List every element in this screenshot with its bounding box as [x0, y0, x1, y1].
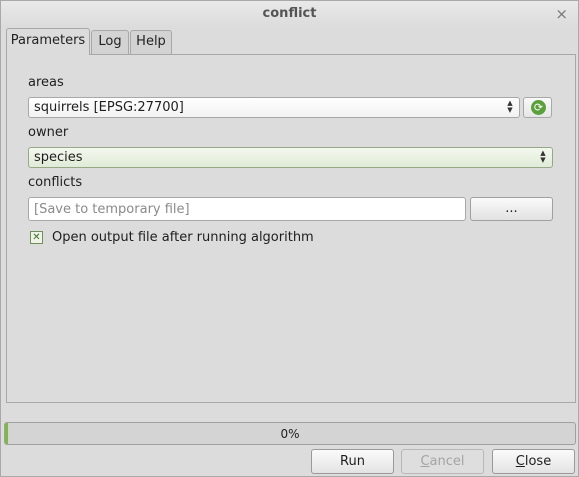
refresh-icon: ⟳ [531, 100, 546, 115]
progress-bar: 0% [4, 422, 576, 445]
tab-help[interactable]: Help [130, 30, 172, 54]
areas-value: squirrels [EPSG:27700] [34, 100, 184, 115]
dialog-window: conflict × Parameters Log Help areas squ… [0, 0, 579, 477]
conflicts-output-field[interactable]: [Save to temporary file] [28, 197, 466, 221]
refresh-button[interactable]: ⟳ [523, 97, 552, 118]
progress-text: 0% [280, 427, 300, 441]
tab-parameters[interactable]: Parameters [6, 28, 90, 55]
areas-label: areas [28, 75, 64, 90]
close-button[interactable]: Close [492, 449, 575, 474]
open-output-label: Open output file after running algorithm [52, 230, 314, 245]
browse-button[interactable]: ... [470, 197, 553, 221]
parameters-panel: areas squirrels [EPSG:27700] ▲ ▼ ⟳ owner … [6, 54, 576, 403]
owner-value: species [34, 150, 83, 165]
areas-combobox[interactable]: squirrels [EPSG:27700] ▲ ▼ [28, 97, 520, 118]
tab-log[interactable]: Log [91, 30, 129, 54]
close-icon[interactable]: × [555, 5, 568, 23]
conflicts-label: conflicts [28, 175, 83, 190]
title-bar: conflict × [1, 1, 578, 27]
spinner-arrows-icon: ▲ ▼ [507, 99, 513, 114]
owner-label: owner [28, 125, 69, 140]
conflicts-placeholder: [Save to temporary file] [34, 202, 190, 217]
owner-combobox[interactable]: species ▲ ▼ [28, 147, 553, 168]
spinner-arrows-icon: ▲ ▼ [540, 149, 546, 164]
run-button[interactable]: Run [311, 449, 394, 474]
cancel-button[interactable]: Cancel [401, 449, 484, 474]
window-title: conflict [262, 6, 317, 21]
checkbox-checked-icon[interactable]: ✕ [30, 231, 43, 244]
